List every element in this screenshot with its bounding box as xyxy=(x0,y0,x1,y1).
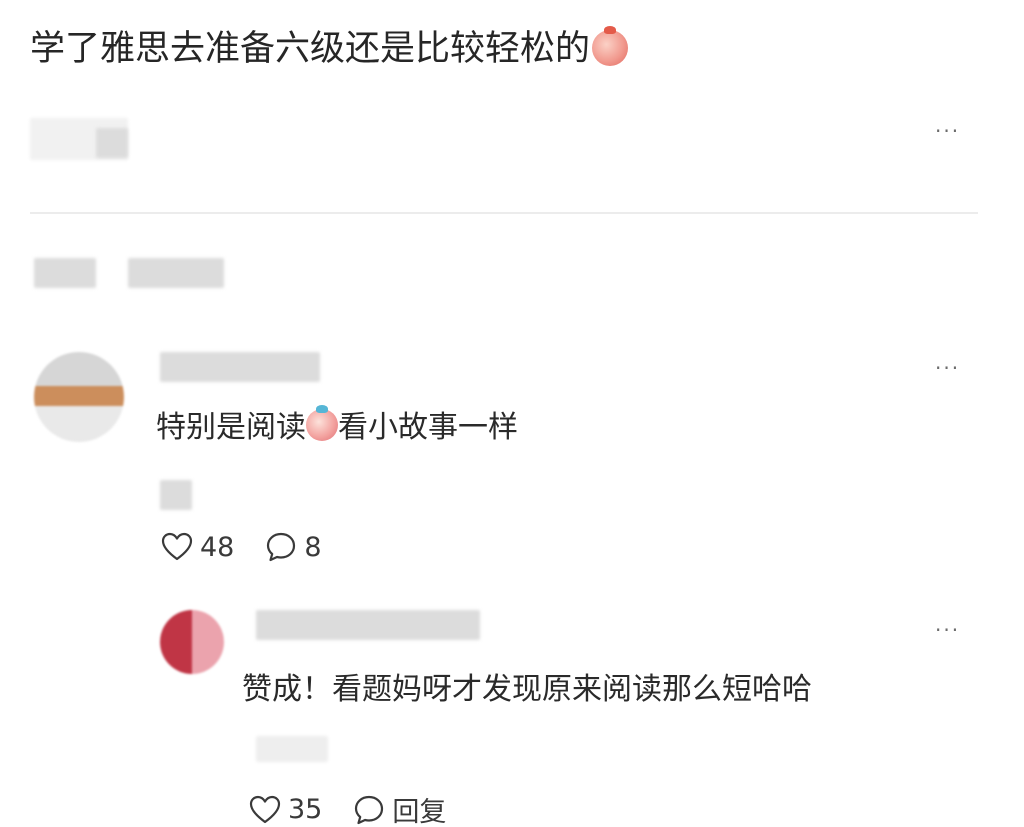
replier-name-blurred xyxy=(256,610,480,640)
reply-button[interactable]: 8 xyxy=(264,530,322,564)
commenter-name-blurred xyxy=(160,352,320,382)
like-count: 35 xyxy=(288,794,323,825)
reply-more-button[interactable]: ··· xyxy=(935,620,960,640)
post-more-button[interactable]: ··· xyxy=(935,121,960,141)
like-button[interactable]: 35 xyxy=(248,793,322,827)
comment-text: 特别是阅读 看小故事一样 xyxy=(156,405,518,448)
speech-bubble-icon xyxy=(264,530,298,564)
reply-meta-blurred xyxy=(256,736,328,762)
like-button[interactable]: 48 xyxy=(160,530,234,564)
post-meta-blurred-block xyxy=(96,128,128,158)
comment-more-button[interactable]: ··· xyxy=(935,358,960,378)
reply-button[interactable]: 回复 xyxy=(352,790,446,827)
commenter-avatar[interactable] xyxy=(34,352,124,442)
comment-text-part: 特别是阅读 xyxy=(156,410,306,445)
cute-face-emoji-icon xyxy=(592,26,629,66)
reply-count: 8 xyxy=(304,531,322,563)
post-text: 学了雅思去准备六级还是比较轻松的 xyxy=(30,24,629,74)
reply-label: 回复 xyxy=(392,797,447,827)
heart-icon xyxy=(160,530,194,564)
post-text-content: 学了雅思去准备六级还是比较轻松的 xyxy=(30,29,591,69)
comment-meta-blurred xyxy=(160,480,192,510)
comments-header-blurred xyxy=(34,258,96,288)
replier-avatar[interactable] xyxy=(160,610,224,674)
reply-text: 赞成！看题妈呀才发现原来阅读那么短哈哈 xyxy=(242,672,812,707)
speech-bubble-icon xyxy=(352,793,386,827)
clown-face-emoji-icon xyxy=(306,405,338,441)
comments-sort-blurred xyxy=(128,258,224,288)
like-count: 48 xyxy=(200,531,235,563)
heart-icon xyxy=(248,793,282,827)
comment-text-part: 看小故事一样 xyxy=(338,410,518,445)
divider xyxy=(30,212,978,214)
comment-actions: 48 8 xyxy=(160,530,352,564)
reply-actions: 35 回复 xyxy=(248,790,476,827)
